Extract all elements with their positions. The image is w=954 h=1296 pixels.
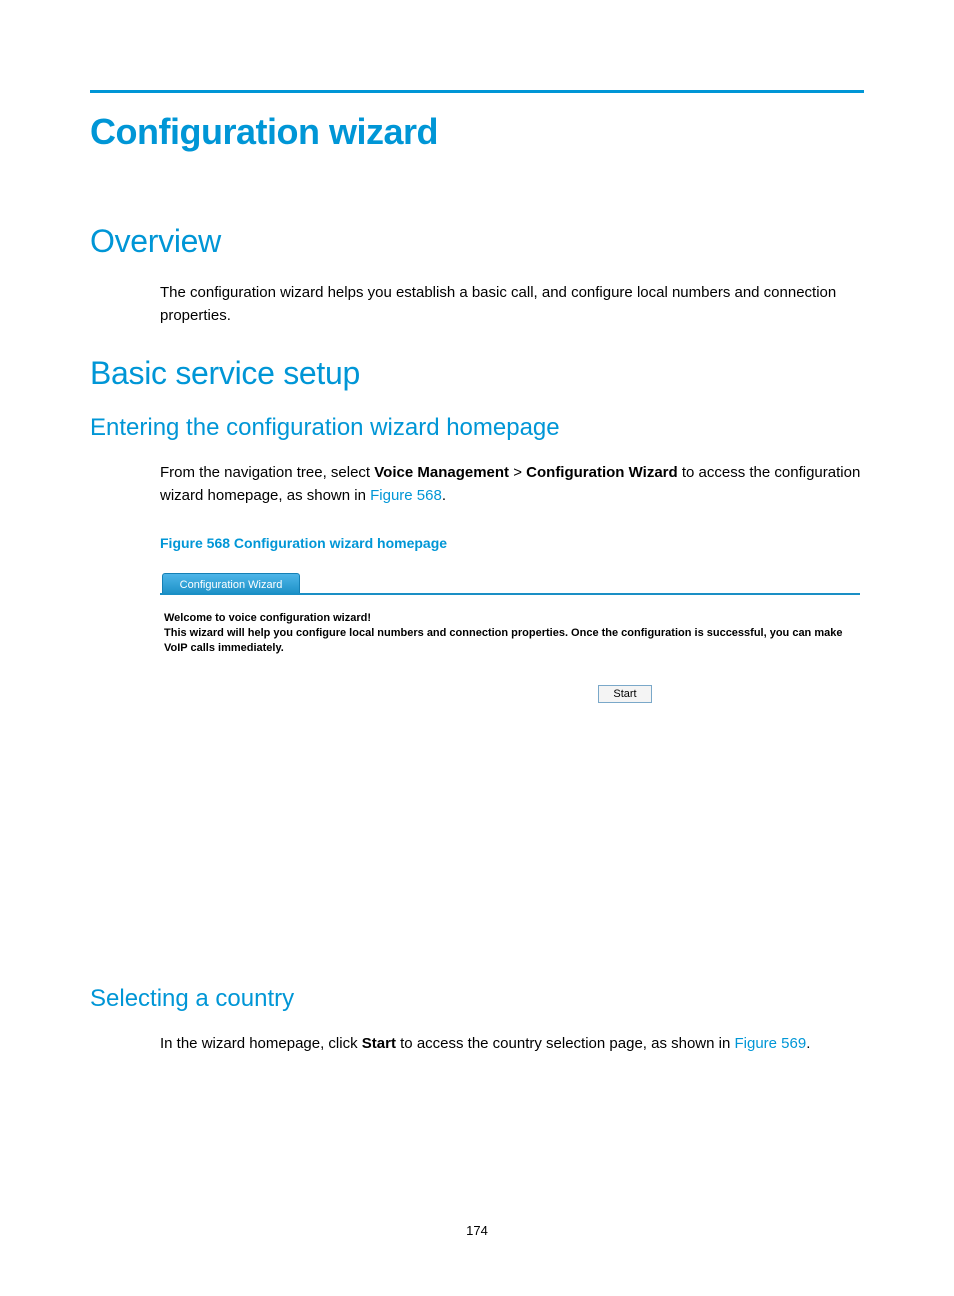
page-number: 174: [0, 1223, 954, 1238]
link-figure-569[interactable]: Figure 569: [735, 1035, 807, 1052]
text-fragment: >: [509, 464, 526, 481]
heading-overview: Overview: [90, 223, 864, 260]
text-fragment: .: [806, 1035, 810, 1052]
selecting-paragraph: In the wizard homepage, click Start to a…: [160, 1033, 864, 1056]
text-fragment: to access the country selection page, as…: [396, 1035, 735, 1052]
entering-paragraph: From the navigation tree, select Voice M…: [160, 462, 864, 507]
text-fragment: .: [442, 487, 446, 504]
screenshot-content: Welcome to voice configuration wizard! T…: [160, 595, 860, 703]
overview-paragraph: The configuration wizard helps you estab…: [160, 282, 864, 327]
page-title: Configuration wizard: [90, 111, 864, 153]
page: Configuration wizard Overview The config…: [90, 90, 864, 1296]
welcome-text: Welcome to voice configuration wizard!: [164, 611, 856, 626]
figure-caption: Figure 568 Configuration wizard homepage: [160, 535, 864, 551]
button-row: Start: [164, 684, 856, 703]
heading-basic-service-setup: Basic service setup: [90, 355, 864, 392]
nav-voice-management: Voice Management: [374, 464, 509, 481]
title-rule: [90, 90, 864, 93]
heading-entering-homepage: Entering the configuration wizard homepa…: [90, 414, 864, 442]
text-fragment: From the navigation tree, select: [160, 464, 374, 481]
link-figure-568[interactable]: Figure 568: [370, 487, 442, 504]
start-button[interactable]: Start: [598, 685, 651, 703]
bold-start: Start: [362, 1035, 396, 1052]
tab-configuration-wizard[interactable]: Configuration Wizard: [162, 573, 300, 595]
wizard-description: This wizard will help you configure loca…: [164, 626, 856, 656]
text-fragment: In the wizard homepage, click: [160, 1035, 362, 1052]
tab-underline: [160, 593, 860, 595]
nav-configuration-wizard: Configuration Wizard: [526, 464, 678, 481]
heading-selecting-country: Selecting a country: [90, 985, 864, 1013]
screenshot-tabbar: Configuration Wizard: [160, 571, 860, 595]
figure-screenshot: Configuration Wizard Welcome to voice co…: [160, 571, 860, 921]
